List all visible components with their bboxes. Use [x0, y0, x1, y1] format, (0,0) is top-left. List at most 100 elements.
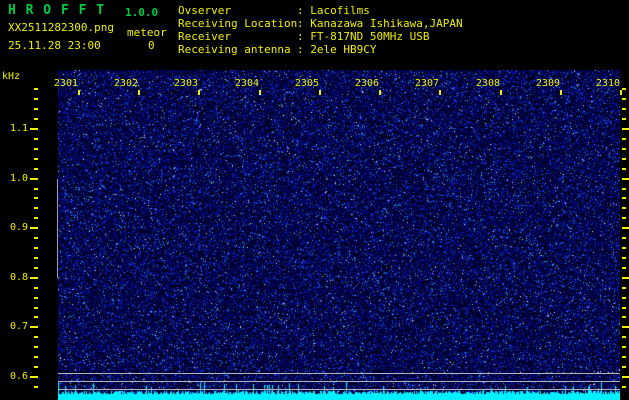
station-info-label: Ovserver [178, 4, 231, 17]
time-axis-label: 2301 [53, 78, 78, 89]
station-info-row: Ovserver : Lacofilms [178, 4, 463, 17]
freq-major-tick-right [622, 277, 629, 279]
time-tick [138, 90, 140, 95]
freq-minor-tick-right [622, 307, 626, 309]
freq-minor-tick [34, 316, 38, 318]
freq-minor-tick [34, 207, 38, 209]
station-info-value: : Lacofilms [297, 4, 370, 17]
freq-minor-tick [34, 217, 38, 219]
freq-minor-tick-right [622, 98, 626, 100]
freq-minor-tick [34, 188, 38, 190]
freq-axis-label: 0.9 [9, 222, 28, 233]
station-info-row: Receiving antenna : 2ele HB9CY [178, 43, 463, 56]
freq-major-tick [30, 326, 38, 328]
freq-minor-tick-right [622, 138, 626, 140]
freq-axis-unit: kHz [2, 71, 21, 82]
time-axis-label: 2307 [414, 78, 439, 89]
freq-axis-label: 1.1 [9, 123, 28, 134]
station-info-value: : FT-817ND 50MHz USB [297, 30, 430, 43]
freq-minor-tick-right [622, 158, 626, 160]
freq-major-tick-right [622, 128, 629, 130]
freq-major-tick [30, 128, 38, 130]
time-tick [560, 90, 562, 95]
freq-axis-label: 0.7 [9, 321, 28, 332]
freq-minor-tick [34, 267, 38, 269]
freq-minor-tick-right [622, 188, 626, 190]
time-axis-label: 2309 [535, 78, 560, 89]
freq-major-tick [30, 227, 38, 229]
reference-line [58, 381, 620, 382]
freq-minor-tick-right [622, 247, 626, 249]
time-axis-label: 2310 [595, 78, 620, 89]
freq-minor-tick-right [622, 88, 626, 90]
time-axis-label: 2303 [173, 78, 198, 89]
freq-minor-tick-right [622, 108, 626, 110]
freq-minor-tick-right [622, 356, 626, 358]
freq-minor-tick [34, 336, 38, 338]
time-tick [439, 90, 441, 95]
observation-timestamp: 25.11.28 23:00 [8, 39, 101, 52]
freq-minor-tick [34, 138, 38, 140]
freq-minor-tick-right [622, 148, 626, 150]
app-title: H R O F F T [8, 3, 106, 18]
freq-minor-tick [34, 158, 38, 160]
spectrogram-canvas [58, 70, 620, 400]
freq-minor-tick [34, 346, 38, 348]
station-info-value: : Kanazawa Ishikawa,JAPAN [297, 17, 463, 30]
freq-minor-tick-right [622, 287, 626, 289]
freq-axis-label: 1.0 [9, 173, 28, 184]
reference-line [58, 389, 620, 390]
freq-minor-tick [34, 237, 38, 239]
freq-minor-tick-right [622, 168, 626, 170]
app-version: 1.0.0 [125, 6, 159, 19]
freq-minor-tick [34, 386, 38, 388]
reference-line [58, 373, 620, 374]
time-tick [259, 90, 261, 95]
freq-minor-tick [34, 108, 38, 110]
freq-major-tick [30, 277, 38, 279]
freq-minor-tick [34, 148, 38, 150]
freq-minor-tick-right [622, 197, 626, 199]
station-info-value: : 2ele HB9CY [297, 43, 377, 56]
station-info-row: Receiver : FT-817ND 50MHz USB [178, 30, 463, 43]
freq-minor-tick [34, 197, 38, 199]
freq-minor-tick [34, 118, 38, 120]
freq-minor-tick-right [622, 336, 626, 338]
freq-minor-tick-right [622, 207, 626, 209]
freq-axis-label: 0.8 [9, 272, 28, 283]
time-tick [620, 90, 622, 95]
freq-minor-tick [34, 297, 38, 299]
time-tick [500, 90, 502, 95]
output-filename: XX2511282300.png [8, 21, 114, 34]
freq-minor-tick [34, 366, 38, 368]
freq-major-tick-right [622, 376, 629, 378]
time-axis-label: 2308 [475, 78, 500, 89]
freq-major-tick-right [622, 178, 629, 180]
time-axis-label: 2306 [354, 78, 379, 89]
freq-minor-tick-right [622, 257, 626, 259]
freq-minor-tick-right [622, 297, 626, 299]
station-info-row: Receiving Location: Kanazawa Ishikawa,JA… [178, 17, 463, 30]
freq-axis-label: 0.6 [9, 371, 28, 382]
freq-minor-tick [34, 257, 38, 259]
station-info-block: Ovserver : Lacofilms Receiving Location: K… [178, 4, 463, 56]
station-info-label: Receiver [178, 30, 231, 43]
time-tick [319, 90, 321, 95]
time-tick [379, 90, 381, 95]
meteor-count: 0 [148, 39, 155, 52]
freq-minor-tick-right [622, 217, 626, 219]
freq-major-tick-right [622, 326, 629, 328]
freq-minor-tick-right [622, 267, 626, 269]
freq-minor-tick [34, 168, 38, 170]
station-info-label: Receiving antenna [178, 43, 291, 56]
freq-minor-tick-right [622, 366, 626, 368]
freq-major-tick [30, 178, 38, 180]
mode-label: meteor [127, 26, 167, 39]
time-axis-label: 2302 [113, 78, 138, 89]
freq-minor-tick [34, 307, 38, 309]
time-axis-label: 2304 [234, 78, 259, 89]
freq-minor-tick-right [622, 316, 626, 318]
freq-minor-tick-right [622, 237, 626, 239]
freq-minor-tick [34, 356, 38, 358]
freq-minor-tick [34, 247, 38, 249]
